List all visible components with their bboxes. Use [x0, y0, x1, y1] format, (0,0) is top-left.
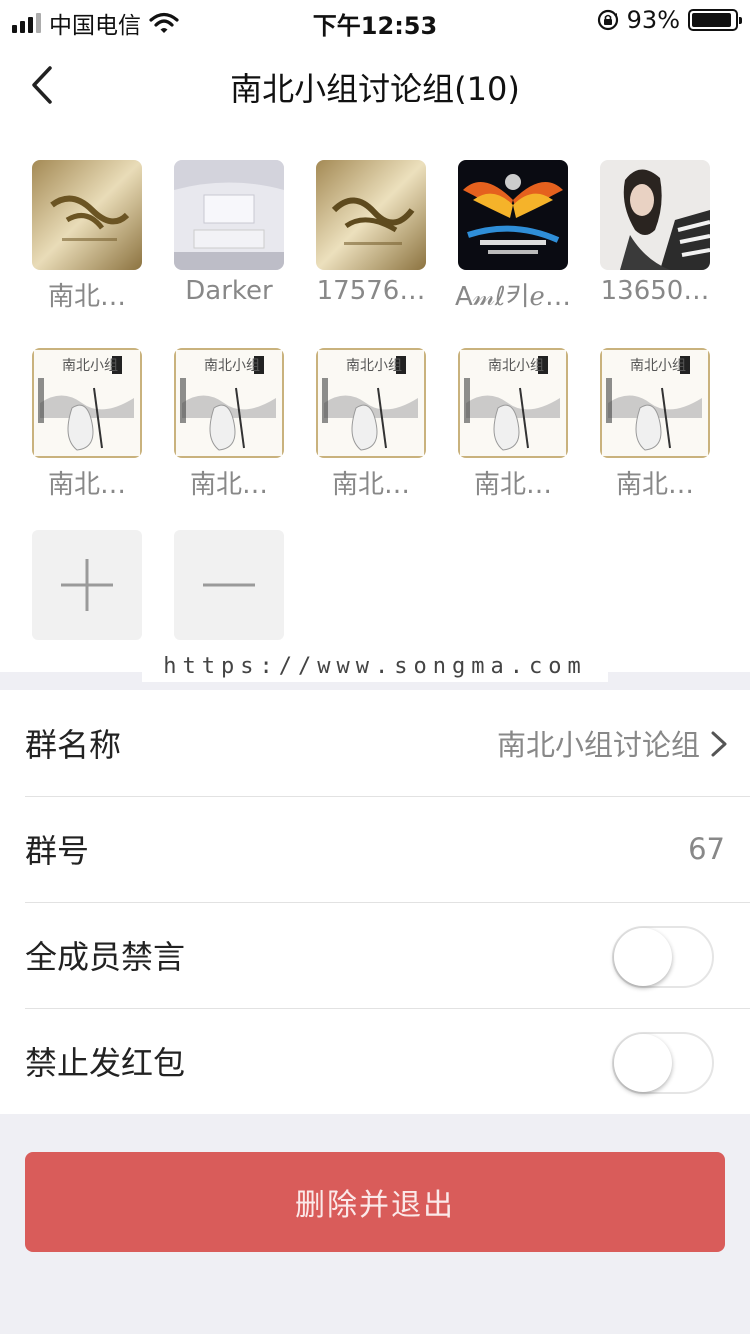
status-bar: 中国电信 下午12:53 93% — [0, 0, 750, 40]
group-number-row: 群号 67 — [0, 796, 750, 902]
member-item[interactable]: 南北小组 南北… — [316, 348, 426, 501]
member-item[interactable]: Darker — [174, 160, 284, 306]
group-number-label: 群号 — [25, 832, 90, 870]
group-name-value: 南北小组讨论组 — [496, 728, 700, 762]
member-name: Darker — [185, 276, 273, 306]
member-name: 13650… — [600, 276, 710, 306]
battery-icon — [688, 9, 742, 31]
member-grid: 南北… Darker 17576… A𝓂ℓ키ℯ… 13650… 南北小组 南北…… — [0, 130, 750, 672]
member-item[interactable]: A𝓂ℓ키ℯ… — [455, 160, 571, 313]
settings-list: 群名称 南北小组讨论组 群号 67 全成员禁言 禁止发红包 — [0, 690, 750, 1114]
svg-text:南北小组: 南北小组 — [62, 358, 118, 374]
page-title: 南北小组讨论组(10) — [230, 70, 520, 108]
no-red-packet-toggle[interactable] — [612, 1032, 714, 1094]
member-avatar — [174, 160, 284, 270]
toggle-knob — [614, 928, 672, 986]
group-name-label: 群名称 — [25, 726, 122, 764]
battery-percent: 93% — [626, 6, 680, 34]
member-avatar — [458, 160, 568, 270]
mute-all-row: 全成员禁言 — [0, 902, 750, 1008]
member-avatar — [32, 160, 142, 270]
member-name: 南北… — [47, 470, 126, 500]
member-avatar: 南北小组 — [316, 348, 426, 458]
svg-text:南北小组: 南北小组 — [488, 358, 544, 374]
member-avatar: 南北小组 — [174, 348, 284, 458]
mute-all-toggle[interactable] — [612, 926, 714, 988]
minus-icon — [203, 583, 255, 587]
member-item[interactable]: 南北小组 南北… — [458, 348, 568, 501]
remove-member-button[interactable] — [174, 530, 284, 640]
member-avatar — [316, 160, 426, 270]
rotation-lock-icon — [597, 9, 618, 31]
group-number-value: 67 — [688, 832, 725, 866]
plus-icon — [61, 559, 113, 611]
add-member-button[interactable] — [32, 530, 142, 640]
member-item[interactable]: 南北小组 南北… — [174, 348, 284, 501]
svg-text:南北小组: 南北小组 — [630, 358, 686, 374]
watermark: https://www.songma.com — [142, 652, 608, 682]
svg-text:南北小组: 南北小组 — [204, 358, 260, 374]
delete-and-exit-button[interactable]: 删除并退出 — [25, 1152, 725, 1252]
toggle-knob — [614, 1034, 672, 1092]
member-name: 南北… — [615, 470, 694, 500]
member-item[interactable]: 南北… — [32, 160, 142, 313]
member-name: 南北… — [47, 282, 126, 312]
svg-text:南北小组: 南北小组 — [346, 358, 402, 374]
member-name: 南北… — [331, 470, 410, 500]
group-name-row[interactable]: 群名称 南北小组讨论组 — [0, 690, 750, 796]
status-right: 93% — [597, 6, 742, 34]
member-item[interactable]: 13650… — [600, 160, 710, 306]
member-avatar — [600, 160, 710, 270]
member-name: A𝓂ℓ키ℯ… — [455, 282, 571, 312]
no-red-packet-row: 禁止发红包 — [0, 1008, 750, 1114]
mute-all-label: 全成员禁言 — [25, 938, 186, 976]
no-red-packet-label: 禁止发红包 — [25, 1044, 186, 1082]
member-item[interactable]: 南北小组 南北… — [600, 348, 710, 501]
member-name: 17576… — [316, 276, 426, 306]
battery-fill — [692, 13, 732, 27]
member-item[interactable]: 17576… — [316, 160, 426, 306]
chevron-right-icon — [711, 731, 727, 757]
nav-bar: 南北小组讨论组(10) — [0, 40, 750, 130]
member-item[interactable]: 南北小组 南北… — [32, 348, 142, 501]
member-avatar: 南北小组 — [458, 348, 568, 458]
member-avatar: 南北小组 — [600, 348, 710, 458]
member-name: 南北… — [189, 470, 268, 500]
member-avatar: 南北小组 — [32, 348, 142, 458]
member-name: 南北… — [473, 470, 552, 500]
